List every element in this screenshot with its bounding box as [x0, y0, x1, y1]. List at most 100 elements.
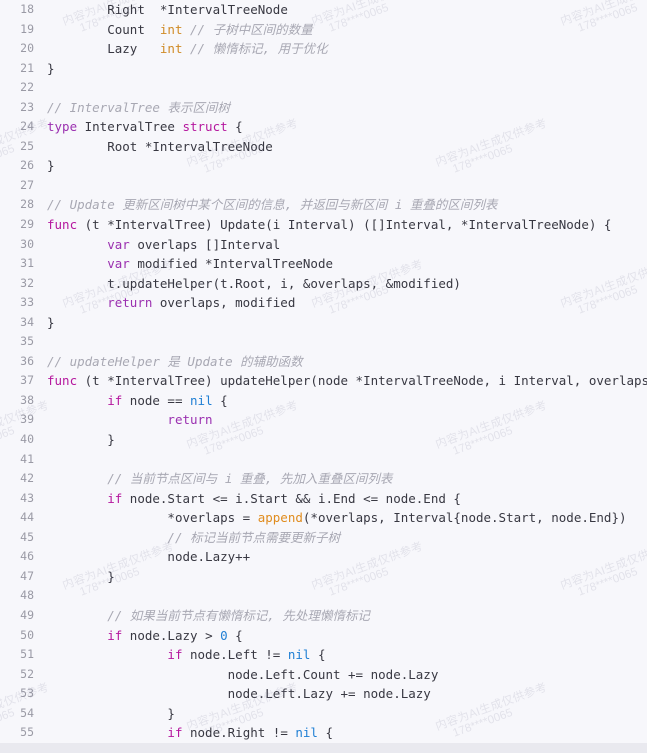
code-token: int	[159, 41, 183, 57]
code-token: nil	[287, 647, 311, 663]
code-token: IntervalTree	[77, 119, 183, 135]
code-line[interactable]: 45 // 标记当前节点需要更新子树	[0, 528, 647, 548]
bottom-bar	[0, 743, 647, 753]
code-line-text: t.updateHelper(t.Root, i, &overlaps, &mo…	[34, 274, 647, 294]
code-line-text: Right *IntervalTreeNode	[34, 0, 647, 20]
code-line[interactable]: 44 *overlaps = append(*overlaps, Interva…	[0, 508, 647, 528]
code-line[interactable]: 39 return	[0, 410, 647, 430]
code-line[interactable]: 47 }	[0, 567, 647, 587]
line-number: 51	[20, 647, 34, 662]
code-token: if	[107, 627, 123, 643]
line-number: 44	[20, 510, 34, 525]
line-number: 48	[20, 588, 34, 603]
code-line[interactable]: 20 Lazy int // 懒惰标记, 用于优化	[0, 39, 647, 59]
code-line[interactable]: 38 if node == nil {	[0, 391, 647, 411]
code-line[interactable]: 53 node.Left.Lazy += node.Lazy	[0, 684, 647, 704]
code-token: {	[317, 725, 334, 741]
code-token: func	[47, 217, 78, 233]
code-token: (t *IntervalTree) updateHelper(node *Int…	[77, 373, 647, 389]
code-line[interactable]: 21}	[0, 59, 647, 79]
code-line[interactable]: 50 if node.Lazy > 0 {	[0, 626, 647, 646]
code-token: return	[107, 295, 153, 311]
code-token: node.Left !=	[182, 647, 288, 663]
code-token: append	[257, 510, 303, 526]
code-line[interactable]: 46 node.Lazy++	[0, 547, 647, 567]
code-line-text: }	[34, 567, 647, 587]
code-line[interactable]: 34}	[0, 313, 647, 333]
code-line[interactable]: 55 if node.Right != nil {	[0, 723, 647, 743]
code-token: }	[47, 60, 55, 76]
line-number: 25	[20, 138, 34, 153]
code-token: type	[47, 119, 78, 135]
code-line[interactable]: 26}	[0, 156, 647, 176]
code-line-text: // IntervalTree 表示区间树	[34, 98, 647, 118]
code-listing[interactable]: 18 Right *IntervalTreeNode 19 Count int /…	[0, 0, 647, 743]
code-line[interactable]: 54 }	[0, 704, 647, 724]
code-line[interactable]: 23 // IntervalTree 表示区间树	[0, 98, 647, 118]
code-line[interactable]: 18 Right *IntervalTreeNode	[0, 0, 647, 20]
code-line[interactable]: 52 node.Left.Count += node.Lazy	[0, 665, 647, 685]
code-line-text: }	[34, 156, 647, 176]
code-token: }	[107, 568, 115, 584]
code-token: nil	[190, 392, 213, 408]
code-token: Root *IntervalTreeNode	[107, 138, 273, 154]
code-line-text: }	[34, 430, 647, 450]
code-line[interactable]: 43 if node.Start <= i.Start && i.End <= …	[0, 489, 647, 509]
code-line-text: *overlaps = append(*overlaps, Interval{n…	[34, 508, 647, 528]
code-line[interactable]: 37 func (t *IntervalTree) updateHelper(no…	[0, 371, 647, 391]
code-line[interactable]: 32 t.updateHelper(t.Root, i, &overlaps, …	[0, 274, 647, 294]
code-line[interactable]: 42 // 当前节点区间与 i 重叠, 先加入重叠区间列表	[0, 469, 647, 489]
code-token: if	[107, 490, 123, 506]
code-line[interactable]: 22	[0, 78, 647, 98]
code-line[interactable]: 36 // updateHelper 是 Update 的辅助函数	[0, 352, 647, 372]
code-line-text: type IntervalTree struct {	[34, 117, 647, 137]
line-number: 28	[20, 197, 34, 212]
code-line-text: node.Lazy++	[34, 547, 647, 567]
code-token: {	[227, 627, 243, 643]
code-token: 0	[220, 627, 228, 643]
code-token: // 子树中区间的数量	[190, 21, 313, 37]
code-line[interactable]: 24 type IntervalTree struct {	[0, 117, 647, 137]
code-line[interactable]: 29 func (t *IntervalTree) Update(i Interv…	[0, 215, 647, 235]
code-line[interactable]: 25 Root *IntervalTreeNode	[0, 137, 647, 157]
code-line[interactable]: 33 return overlaps, modified	[0, 293, 647, 313]
line-number: 21	[20, 60, 34, 75]
code-line-text: if node == nil {	[34, 391, 647, 411]
code-line-text: return overlaps, modified	[34, 293, 647, 313]
code-token: // 当前节点区间与 i 重叠, 先加入重叠区间列表	[107, 471, 393, 487]
code-line[interactable]: 35	[0, 332, 647, 352]
code-line[interactable]: 40 }	[0, 430, 647, 450]
code-line[interactable]: 27	[0, 176, 647, 196]
code-line[interactable]: 49 // 如果当前节点有懒惰标记, 先处理懒惰标记	[0, 606, 647, 626]
code-line-text: // 标记当前节点需要更新子树	[34, 528, 647, 548]
code-line[interactable]: 28 // Update 更新区间树中某个区间的信息, 并返回与新区间 i 重叠的…	[0, 195, 647, 215]
code-token: node.Left.Lazy += node.Lazy	[227, 686, 431, 702]
code-line[interactable]: 51 if node.Left != nil {	[0, 645, 647, 665]
code-line[interactable]: 31 var modified *IntervalTreeNode	[0, 254, 647, 274]
line-number: 46	[20, 549, 34, 564]
code-token: }	[47, 158, 55, 174]
code-token: // IntervalTree 表示区间树	[47, 99, 230, 115]
code-token: {	[227, 119, 243, 135]
code-line[interactable]: 48	[0, 586, 647, 606]
line-number: 42	[20, 471, 34, 486]
line-number: 49	[20, 607, 34, 622]
code-token: // updateHelper 是 Update 的辅助函数	[47, 353, 303, 369]
code-token: (*overlaps, Interval{node.Start, node.En…	[302, 510, 627, 526]
code-token: {	[310, 647, 326, 663]
code-line[interactable]: 30 var overlaps []Interval	[0, 235, 647, 255]
code-token: *overlaps =	[167, 510, 258, 526]
code-line[interactable]: 19 Count int // 子树中区间的数量	[0, 20, 647, 40]
code-line[interactable]: 41	[0, 450, 647, 470]
